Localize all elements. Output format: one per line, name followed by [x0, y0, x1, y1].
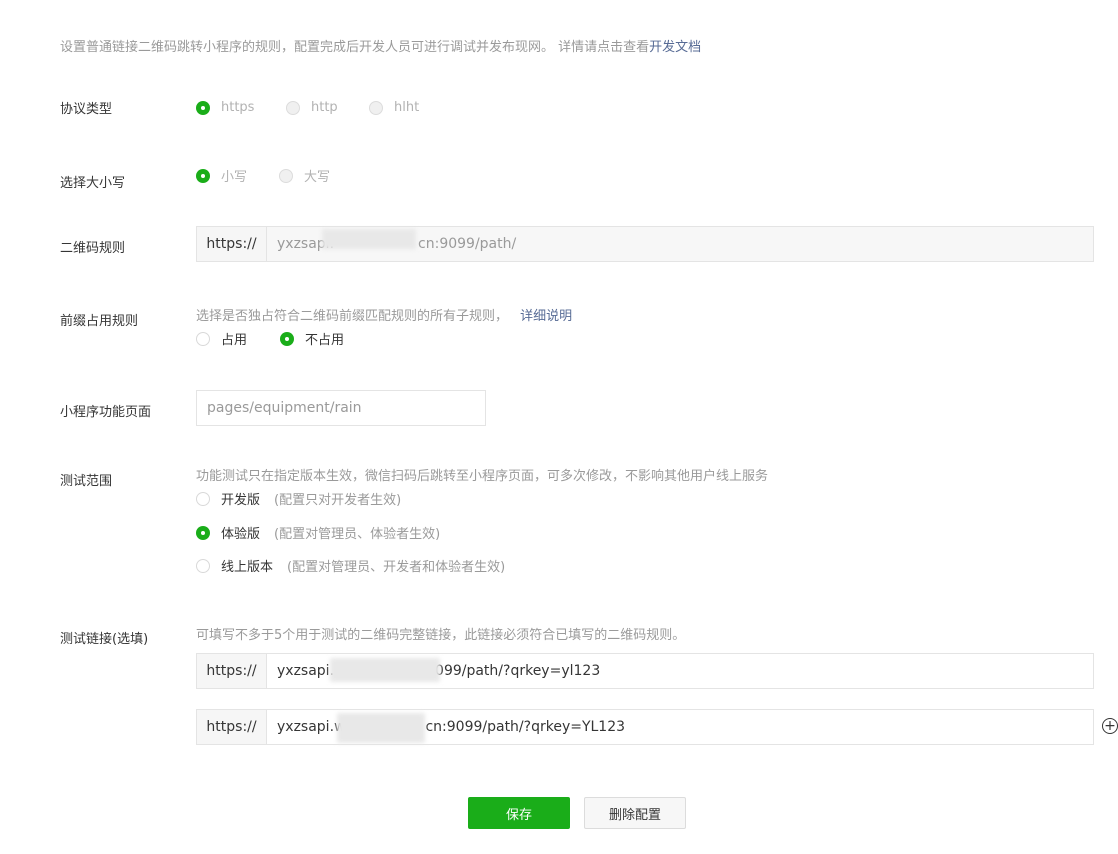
test-links-hint: 可填写不多于5个用于测试的二维码完整链接，此链接必须符合已填写的二维码规则。 [196, 628, 686, 643]
radio-scope-dev[interactable]: 开发版 (配置只对开发者生效) [196, 489, 401, 508]
radio-dot [196, 100, 210, 115]
save-button[interactable]: 保存 [468, 797, 570, 829]
prefix-rule-hint-text: 选择是否独占符合二维码前缀匹配规则的所有子规则， [196, 309, 509, 324]
prefix-rule-detail-link[interactable]: 详细说明 [520, 309, 572, 324]
qr-rule-prefix: https:// [197, 227, 267, 261]
radio-label: 线上版本 [221, 560, 274, 575]
delete-config-button[interactable]: 删除配置 [584, 797, 686, 829]
prefix-rule-label: 前缀占用规则 [60, 314, 139, 329]
case-label: 选择大小写 [60, 176, 126, 191]
test-link-value-start: yxzsapi.w [277, 719, 346, 735]
radio-label: 体验版 [221, 527, 261, 542]
redaction-blur [330, 658, 440, 682]
test-scope-label: 测试范围 [60, 474, 113, 489]
radio-label: 占用 [221, 333, 248, 348]
qr-rule-value-end: cn:9099/path/ [418, 236, 517, 252]
radio-dot [280, 331, 294, 346]
radio-dot [196, 491, 210, 506]
radio-label: 小写 [221, 170, 248, 185]
test-link-prefix: https:// [197, 710, 267, 744]
test-link-value-start: yxzsapi. [277, 663, 335, 679]
redaction-blur [322, 229, 416, 249]
radio-dot [196, 525, 210, 540]
test-link-prefix: https:// [197, 654, 267, 688]
test-link-value-end: 099/path/?qrkey=yl123 [435, 663, 601, 679]
radio-label: https [221, 100, 255, 115]
test-link-input-2[interactable]: https:// yxzsapi.w cn:9099/path/?qrkey=Y… [196, 709, 1094, 745]
radio-label: 开发版 [221, 493, 261, 508]
radio-dot [196, 331, 210, 346]
radio-dot [369, 100, 383, 115]
radio-scope-trial[interactable]: 体验版 (配置对管理员、体验者生效) [196, 523, 440, 542]
test-scope-hint: 功能测试只在指定版本生效，微信扫码后跳转至小程序页面，可多次修改，不影响其他用户… [196, 469, 769, 484]
add-test-link-icon[interactable]: + [1102, 718, 1118, 734]
redaction-blur [337, 713, 425, 743]
test-links-label: 测试链接(选填) [60, 632, 149, 647]
intro-text: 设置普通链接二维码跳转小程序的规则，配置完成后开发人员可进行调试并发布现网。 详… [60, 36, 701, 55]
prefix-rule-hint: 选择是否独占符合二维码前缀匹配规则的所有子规则， 详细说明 [196, 305, 572, 324]
radio-description: (配置只对开发者生效) [274, 493, 402, 508]
intro-description: 设置普通链接二维码跳转小程序的规则，配置完成后开发人员可进行调试并发布现网。 详… [60, 40, 650, 55]
page-path-input[interactable]: pages/equipment/rain [196, 390, 486, 426]
radio-dot [286, 100, 300, 115]
qr-rule-label: 二维码规则 [60, 241, 126, 256]
radio-protocol-https[interactable]: https [196, 100, 254, 115]
radio-dot [196, 558, 210, 573]
radio-description: (配置对管理员、体验者生效) [274, 527, 441, 542]
radio-label: 不占用 [305, 333, 345, 348]
radio-case-upper[interactable]: 大写 [279, 166, 330, 185]
protocol-label: 协议类型 [60, 102, 113, 117]
radio-protocol-hlht[interactable]: hlht [369, 100, 419, 115]
radio-dot [196, 168, 210, 183]
radio-scope-online[interactable]: 线上版本 (配置对管理员、开发者和体验者生效) [196, 556, 505, 575]
radio-dot [279, 168, 293, 183]
dev-docs-link[interactable]: 开发文档 [649, 40, 701, 55]
radio-protocol-http[interactable]: http [286, 100, 338, 115]
radio-prefix-not-occupy[interactable]: 不占用 [280, 329, 344, 348]
radio-description: (配置对管理员、开发者和体验者生效) [287, 560, 506, 575]
radio-prefix-occupy[interactable]: 占用 [196, 329, 247, 348]
radio-case-lower[interactable]: 小写 [196, 166, 247, 185]
radio-label: 大写 [304, 170, 331, 185]
test-link-value-end: cn:9099/path/?qrkey=YL123 [425, 719, 626, 735]
page-label: 小程序功能页面 [60, 405, 152, 420]
radio-label: hlht [394, 100, 420, 115]
radio-label: http [311, 100, 338, 115]
